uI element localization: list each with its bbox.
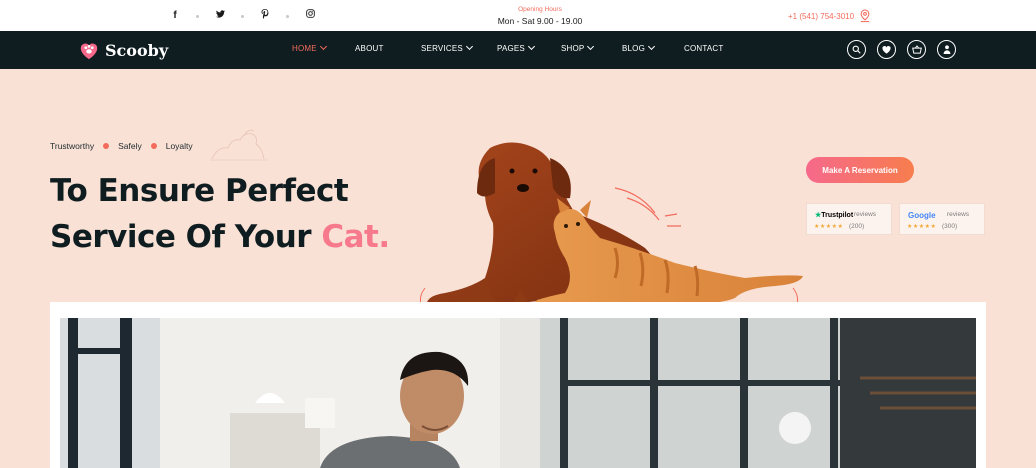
pinterest-icon[interactable]: [258, 8, 272, 24]
man-with-pet-photo: [60, 318, 976, 468]
nav-item-label: BLOG: [622, 44, 646, 53]
headline-line-2-prefix: Service Of Your: [50, 219, 322, 255]
tag-loyalty: Loyalty: [165, 141, 193, 151]
headline-line-1: To Ensure Perfect: [50, 173, 349, 209]
headline-line-2: Service Of Your Cat.: [50, 214, 390, 260]
google-review-card[interactable]: Google reviews ★★★★★ (300): [899, 203, 985, 235]
cart-icon: [911, 45, 922, 54]
twitter-icon[interactable]: [213, 9, 227, 23]
nav-item-label: HOME: [292, 44, 317, 53]
headline-dot: .: [378, 219, 390, 255]
review-label: reviews: [854, 211, 877, 218]
nav-item-label: ABOUT: [355, 44, 384, 53]
nav-item-label: PAGES: [497, 44, 525, 53]
trustpilot-logo: ★Trustpilot: [815, 211, 853, 219]
nav-item-home[interactable]: HOME: [292, 42, 327, 53]
nav-item-shop[interactable]: SHOP: [561, 42, 595, 53]
main-navigation: Scooby HOME ABOUT SERVICES PAGES SHOP BL…: [0, 31, 1036, 69]
google-logo: Google: [908, 211, 936, 220]
headline-accent: Cat: [321, 219, 379, 255]
facebook-icon[interactable]: f: [168, 9, 182, 23]
nav-item-about[interactable]: ABOUT: [355, 44, 384, 53]
review-label: reviews: [947, 211, 970, 218]
opening-hours-label: Opening Hours: [518, 6, 562, 13]
interior-scene-image: [60, 318, 976, 468]
tag-bullet: [150, 143, 157, 149]
paw-heart-icon: [80, 43, 98, 60]
nav-item-blog[interactable]: BLOG: [622, 42, 656, 53]
chevron-down-icon: [319, 42, 327, 51]
nav-item-label: SERVICES: [421, 44, 463, 53]
chevron-down-icon: [647, 42, 656, 51]
location-pin-icon: [860, 9, 870, 23]
chevron-down-icon: [527, 42, 536, 51]
wishlist-button[interactable]: [877, 40, 896, 59]
nav-item-services[interactable]: SERVICES: [421, 42, 473, 53]
opening-hours: Opening Hours Mon - Sat 9.00 - 19.00: [480, 5, 600, 27]
nav-item-label: SHOP: [561, 44, 585, 53]
search-icon: [852, 45, 861, 54]
rating-stars: ★★★★★: [907, 224, 937, 230]
brand-logo[interactable]: Scooby: [78, 39, 168, 61]
rating-stars: ★★★★★: [814, 224, 844, 230]
separator-dot: [196, 14, 199, 18]
nav-item-label: CONTACT: [684, 44, 724, 53]
trustpilot-review-card[interactable]: ★Trustpilot reviews ★★★★★ (200): [806, 203, 892, 235]
tag-trustworthy: Trustworthy: [50, 141, 95, 151]
separator-dot: [286, 14, 289, 18]
search-button[interactable]: [847, 40, 866, 59]
review-brand: Trustpilot: [821, 212, 854, 219]
review-count: (200): [849, 223, 865, 230]
heart-icon: [882, 45, 891, 54]
nav-item-contact[interactable]: CONTACT: [684, 44, 723, 53]
nav-icon-buttons: [847, 40, 956, 59]
instagram-icon[interactable]: [303, 9, 317, 23]
tag-bullet: [103, 143, 110, 149]
user-icon: [943, 45, 950, 54]
trust-tags: Trustworthy Safely Loyalty: [50, 141, 193, 151]
review-brand: Google: [908, 211, 936, 220]
phone-number[interactable]: +1 (541) 754-3010: [788, 12, 854, 21]
chevron-down-icon: [587, 42, 595, 51]
dog-and-cat-image: [419, 142, 803, 312]
pet-sketch-illustration: [210, 129, 268, 161]
opening-hours-value: Mon - Sat 9.00 - 19.00: [497, 16, 583, 26]
top-bar: f Opening Hours Mon - Sat 9.00 - 19.00 +…: [0, 0, 1036, 31]
brand-name: Scooby: [105, 40, 169, 60]
review-count: (300): [942, 223, 958, 230]
separator-dot: [241, 14, 244, 18]
phone-contact[interactable]: +1 (541) 754-3010: [788, 9, 871, 23]
cart-button[interactable]: [907, 40, 926, 59]
chevron-down-icon: [465, 42, 473, 51]
make-reservation-button[interactable]: Make A Reservation: [806, 157, 914, 183]
hero-headline: To Ensure Perfect Service Of Your Cat.: [50, 168, 390, 260]
social-links: f: [168, 8, 317, 24]
tag-safely: Safely: [118, 141, 142, 151]
account-button[interactable]: [937, 40, 956, 59]
nav-item-pages[interactable]: PAGES: [497, 42, 536, 53]
